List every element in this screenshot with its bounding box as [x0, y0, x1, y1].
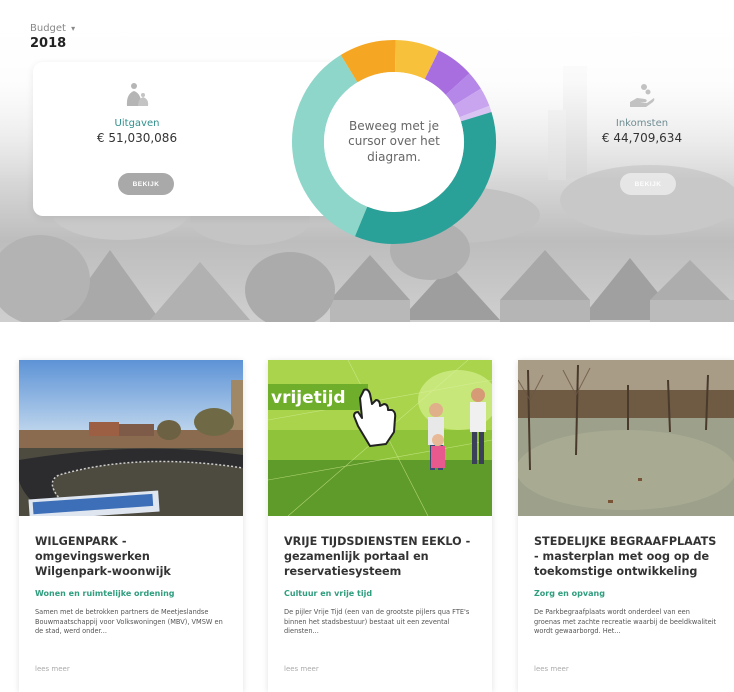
inkomsten-label: Inkomsten	[615, 118, 669, 129]
project-card-begraafplaats[interactable]: STEDELIJKE BEGRAAFPLAATS - masterplan me…	[518, 360, 734, 692]
inkomsten-summary: Inkomsten € 44,709,634	[572, 80, 712, 145]
card-description: Samen met de betrokken partners de Meetj…	[35, 608, 223, 636]
donut-segment-6[interactable]	[459, 105, 492, 122]
card-image-wilgenpark	[19, 360, 243, 516]
donut-segment-3[interactable]	[424, 50, 470, 96]
card-image-vrije-tijd: vrijetijd	[268, 360, 492, 516]
card-title[interactable]: WILGENPARK - omgevingswerken Wilgenpark-…	[35, 534, 227, 579]
budget-year-select[interactable]: Budget ▾ 2018	[30, 16, 75, 51]
uitgaven-bekijk-button[interactable]: BEKIJK	[118, 173, 174, 195]
lees-meer-link[interactable]: lees meer	[534, 665, 569, 673]
card-title[interactable]: STEDELIJKE BEGRAAFPLAATS - masterplan me…	[534, 534, 718, 579]
donut-center-text: Beweeg met je cursor over het diagram.	[324, 72, 464, 212]
hand-coins-icon	[630, 84, 655, 107]
uitgaven-label: Uitgaven	[114, 118, 160, 129]
budget-year: 2018	[30, 36, 67, 51]
donut-segment-5[interactable]	[453, 88, 490, 118]
lees-meer-link[interactable]: lees meer	[35, 665, 70, 673]
card-description: De pijler Vrije Tijd (een van de grootst…	[284, 608, 470, 636]
donut-segment-1[interactable]	[340, 40, 396, 83]
card-image-begraafplaats	[518, 360, 734, 516]
donut-segment-2[interactable]	[394, 40, 439, 80]
uitgaven-amount: € 51,030,086	[96, 131, 178, 145]
inkomsten-bekijk-button[interactable]: BEKIJK	[620, 173, 676, 195]
budget-donut-chart[interactable]: Beweeg met je cursor over het diagram.	[290, 38, 498, 246]
money-bags-icon	[126, 83, 149, 106]
card-description: De Parkbegraafplaats wordt onderdeel van…	[534, 608, 717, 636]
card-category[interactable]: Cultuur en vrije tijd	[284, 589, 476, 598]
project-card-wilgenpark[interactable]: WILGENPARK - omgevingswerken Wilgenpark-…	[19, 360, 243, 692]
project-card-vrije-tijd[interactable]: vrijetijd VRIJE TIJDSDIENSTEN EEKLO - ge…	[268, 360, 492, 692]
budget-label: Budget	[30, 23, 66, 34]
card-image-text: vrijetijd	[271, 388, 346, 408]
donut-segment-4[interactable]	[445, 73, 481, 106]
card-category[interactable]: Zorg en opvang	[534, 589, 718, 598]
uitgaven-summary: Uitgaven € 51,030,086	[67, 80, 207, 145]
lees-meer-link[interactable]: lees meer	[284, 665, 319, 673]
inkomsten-amount: € 44,709,634	[601, 131, 683, 145]
card-category[interactable]: Wonen en ruimtelijke ordening	[35, 589, 227, 598]
card-title[interactable]: VRIJE TIJDSDIENSTEN EEKLO - gezamenlijk …	[284, 534, 476, 579]
caret-down-icon: ▾	[71, 24, 76, 33]
